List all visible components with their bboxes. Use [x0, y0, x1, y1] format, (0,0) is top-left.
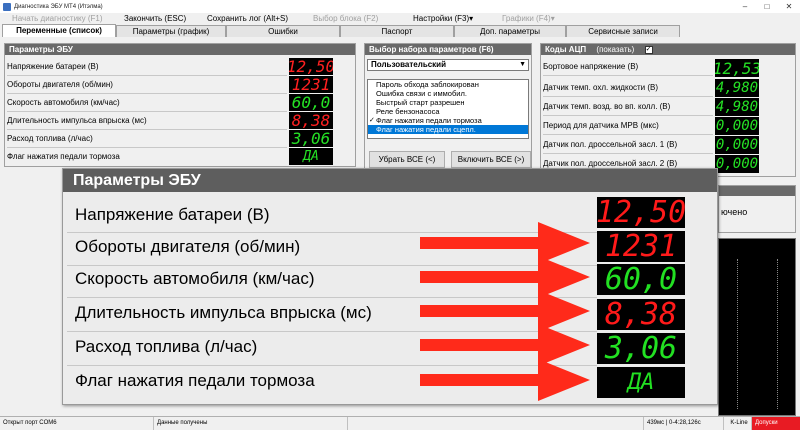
- arrow-right-icon: [420, 359, 590, 401]
- ecu-value-battery: 12,50: [289, 58, 333, 75]
- graph-area: [718, 238, 796, 416]
- adc-row-label: Бортовое напряжение (В): [543, 61, 639, 71]
- adc-value: 4,980: [715, 98, 759, 116]
- zoom-value-brake: ДА: [597, 367, 685, 398]
- ecu-value-injection: 8,38: [289, 112, 333, 129]
- zoom-row-brake-label: Флаг нажатия педали тормоза: [75, 371, 315, 390]
- parameter-list-item-selected[interactable]: Флаг нажатия педали сцепл.: [368, 125, 528, 134]
- zoom-panel-title: Параметры ЭБУ: [63, 169, 717, 192]
- adc-settings-box: ючено: [718, 185, 796, 233]
- tab-service-records[interactable]: Сервисные записи: [566, 25, 680, 37]
- app-icon: [3, 2, 11, 11]
- parameter-list-item[interactable]: Пароль обхода заблокирован: [368, 80, 528, 89]
- close-button[interactable]: ✕: [778, 0, 800, 13]
- menu-settings[interactable]: Настройки (F3)▾: [413, 13, 473, 25]
- ecu-row-injection-label: Длительность импульса впрыска (мс): [7, 115, 147, 125]
- zoom-row-rpm-label: Обороты двигателя (об/мин): [75, 237, 301, 256]
- parameter-set-dropdown[interactable]: Пользовательский ▼: [367, 59, 529, 71]
- zoom-value-injection: 8,38: [597, 297, 685, 332]
- connection-status-text: ючено: [721, 207, 748, 217]
- chevron-down-icon: ▼: [519, 61, 526, 68]
- check-icon[interactable]: ✓: [369, 116, 375, 125]
- minimize-button[interactable]: –: [734, 0, 756, 13]
- zoom-row-battery-label: Напряжение батареи (В): [75, 205, 270, 224]
- ecu-value-fuel: 3,06: [289, 130, 333, 147]
- adc-value: 0,000: [715, 155, 759, 173]
- ecu-panel-title: Параметры ЭБУ: [5, 44, 355, 55]
- adc-row-label: Датчик пол. дроссельной засл. 1 (В): [543, 139, 678, 149]
- adc-show-checkbox[interactable]: ✓: [644, 45, 653, 54]
- parameter-list[interactable]: Пароль обхода заблокирован Ошибка связи …: [367, 79, 529, 139]
- ecu-row-brake-label: Флаг нажатия педали тормоза: [7, 151, 120, 161]
- adc-panel-title: Коды АЦП: [545, 45, 587, 54]
- zoom-row-fuel-label: Расход топлива (л/час): [75, 337, 258, 356]
- menu-save-log[interactable]: Сохранить лог (Alt+S): [207, 13, 288, 25]
- status-timing: 439мс | 0-4:28,126с: [644, 417, 724, 430]
- adc-value: 12,53: [715, 59, 759, 77]
- adc-value: 0,000: [715, 117, 759, 135]
- adc-show-label: (показать): [596, 45, 635, 54]
- maximize-button[interactable]: □: [756, 0, 778, 13]
- menu-graphs[interactable]: Графики (F4)▾: [502, 13, 555, 25]
- ecu-row-speed-label: Скорость автомобиля (км/час): [7, 97, 120, 107]
- zoom-value-battery: 12,50: [595, 195, 687, 230]
- tab-passport[interactable]: Паспорт: [340, 25, 454, 37]
- adc-value: 4,980: [715, 79, 759, 97]
- status-protocol: K-Line: [724, 417, 752, 430]
- tab-variables-list[interactable]: Переменные (список): [2, 24, 116, 37]
- status-data: Данные получены: [154, 417, 348, 430]
- ecu-value-rpm: 1231: [289, 76, 333, 93]
- parameter-list-item[interactable]: Реле бензонасоса: [368, 107, 528, 116]
- ecu-value-brake: ДА: [289, 148, 333, 165]
- parameter-list-item[interactable]: Ошибка связи с иммобил.: [368, 89, 528, 98]
- parameter-set-panel: Выбор набора параметров (F6) Пользовател…: [364, 43, 532, 169]
- window-title: Диагностика ЭБУ МТ4 (Итэлма): [14, 3, 103, 10]
- parameter-set-title: Выбор набора параметров (F6): [365, 44, 531, 55]
- adc-row-label: Датчик темп. охл. жидкости (В): [543, 82, 659, 92]
- adc-value: 0,000: [715, 136, 759, 154]
- parameter-set-selected: Пользовательский: [371, 60, 447, 69]
- tab-errors[interactable]: Ошибки: [226, 25, 340, 37]
- adc-row-label: Датчик темп. возд. во вп. колл. (В): [543, 101, 671, 111]
- ecu-parameters-panel: Параметры ЭБУ Напряжение батареи (В) Обо…: [4, 43, 356, 167]
- tab-strip: Переменные (список) Параметры (график) О…: [0, 24, 800, 37]
- adc-codes-panel: Коды АЦП (показать) ✓ Бортовое напряжени…: [540, 43, 796, 177]
- parameter-list-item[interactable]: Быстрый старт разрешен: [368, 98, 528, 107]
- tab-parameters-graph[interactable]: Параметры (график): [116, 25, 226, 37]
- include-all-button[interactable]: Включить ВСЕ (>): [451, 151, 531, 168]
- status-error-badge: Допуски: [752, 417, 800, 430]
- zoom-row-speed-label: Скорость автомобиля (км/час): [75, 269, 315, 288]
- ecu-row-battery-label: Напряжение батареи (В): [7, 61, 99, 71]
- ecu-row-fuel-label: Расход топлива (л/час): [7, 133, 93, 143]
- title-bar: Диагностика ЭБУ МТ4 (Итэлма) – □ ✕: [0, 0, 800, 13]
- menu-finish[interactable]: Закончить (ESC): [124, 13, 186, 25]
- status-port: Открыт порт COM6: [0, 417, 154, 430]
- zoom-value-rpm: 1231: [597, 229, 685, 264]
- menu-bar: Начать диагностику (F1) Закончить (ESC) …: [0, 13, 800, 25]
- status-empty: [348, 417, 644, 430]
- tab-extra-parameters[interactable]: Доп. параметры: [454, 25, 566, 37]
- zoom-row-injection-label: Длительность импульса впрыска (мс): [75, 303, 372, 322]
- ecu-row-rpm-label: Обороты двигателя (об/мин): [7, 79, 113, 89]
- remove-all-button[interactable]: Убрать ВСЕ (<): [369, 151, 445, 168]
- menu-select-unit[interactable]: Выбор блока (F2): [313, 13, 378, 25]
- zoom-value-fuel: 3,06: [597, 331, 685, 366]
- ecu-value-speed: 60,0: [289, 94, 333, 111]
- adc-row-label: Период для датчика МРВ (мкс): [543, 120, 659, 130]
- status-bar: Открыт порт COM6 Данные получены 439мс |…: [0, 416, 800, 430]
- zoom-value-speed: 60,0: [597, 262, 685, 297]
- ecu-parameters-zoom: Параметры ЭБУ Напряжение батареи (В) Обо…: [62, 168, 718, 405]
- parameter-list-item[interactable]: ✓ Флаг нажатия педали тормоза: [368, 116, 528, 125]
- adc-panel-header: Коды АЦП (показать) ✓: [541, 44, 795, 55]
